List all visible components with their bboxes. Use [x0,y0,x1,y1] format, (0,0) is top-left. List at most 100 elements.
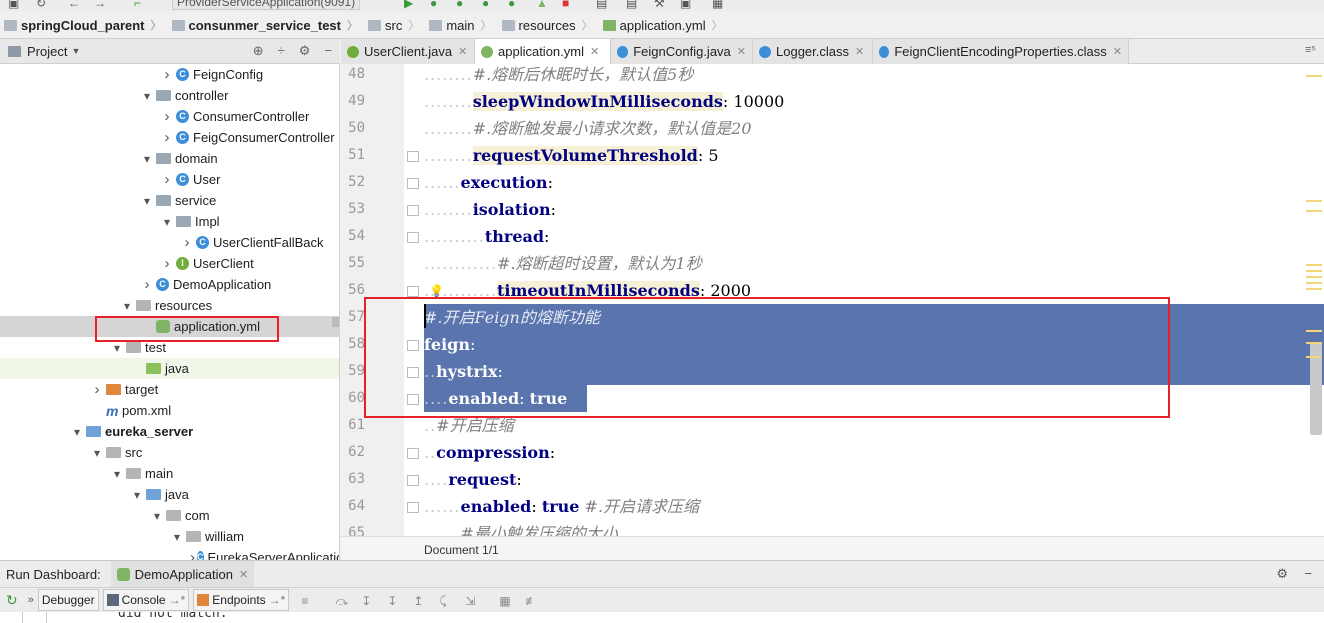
fold-marker-icon[interactable] [407,475,419,486]
hammer-icon[interactable]: ⌐ [134,0,141,10]
chevron-right-icon[interactable]: › [160,108,174,125]
debug-icon[interactable]: ● [430,0,437,10]
scroll-marker[interactable] [1306,264,1322,266]
fold-marker-icon[interactable] [407,205,419,216]
force-step-into-icon[interactable]: ↧ [387,594,401,608]
step-out-icon[interactable]: ↥ [413,594,427,608]
collapse-all-icon[interactable]: ÷ [278,43,285,59]
scroll-marker[interactable] [1306,342,1322,344]
fold-marker-icon[interactable] [407,151,419,162]
tab-editor[interactable]: Logger.class ✕ [753,39,873,64]
tree-node[interactable]: ▾ com [0,505,339,526]
tab-editor[interactable]: FeignConfig.java ✕ [611,39,753,64]
tree-node[interactable]: › C FeignConfig [0,64,339,85]
menu-icon[interactable]: ≡ [301,594,315,608]
chevron-right-icon[interactable]: › [160,129,174,146]
chevron-down-icon[interactable]: ▾ [140,89,154,103]
scroll-marker[interactable] [1306,210,1322,212]
build-icon[interactable]: ▣ [8,0,19,10]
tree-node[interactable]: › C FeigConsumerController [0,127,339,148]
breadcrumb-item[interactable]: springCloud_parent 〉 [0,12,168,39]
code-line[interactable]: ........isolation: [424,196,1324,223]
close-icon[interactable]: ✕ [239,568,248,581]
chevron-down-icon[interactable]: ▾ [110,467,124,481]
tab-overflow-icon[interactable]: ≡⁵ [1305,44,1316,56]
run-config-select[interactable]: ProviderServiceApplication(9091) [172,0,361,10]
tree-node[interactable]: › I UserClient [0,253,339,274]
chevron-right-icon[interactable]: › [140,276,154,293]
code-line[interactable]: ..........thread: [424,223,1324,250]
console-output[interactable]: did not match: [0,612,1324,623]
scroll-marker[interactable] [1306,330,1322,332]
close-icon[interactable]: ✕ [458,45,467,58]
chevron-down-icon[interactable]: ▾ [110,341,124,355]
minimize-icon[interactable]: − [324,43,332,59]
scroll-marker[interactable] [1306,288,1322,290]
code-line[interactable]: ......enabled: true #.开启请求压缩 [424,493,1324,520]
rerun-icon[interactable]: ↻ [6,592,18,609]
tree-node[interactable]: ▾ resources [0,295,339,316]
scroll-marker[interactable] [1306,276,1322,278]
fold-marker-icon[interactable] [407,286,419,297]
breadcrumb-item[interactable]: resources 〉 [498,12,599,39]
tree-node[interactable]: ▾ eureka_server [0,421,339,442]
tab-editor[interactable]: application.yml ✕ [475,39,611,64]
code-line[interactable]: ......#最小触发压缩的大小 [424,520,1324,536]
tree-node[interactable]: ▾ java [0,484,339,505]
run-icon[interactable]: ▶ [404,0,413,10]
code-line[interactable]: ........sleepWindowInMilliseconds: 10000 [424,88,1324,115]
code-line[interactable]: ....request: [424,466,1324,493]
fold-marker-icon[interactable] [407,178,419,189]
structure-icon[interactable]: ▤ [626,0,637,10]
step-into-icon[interactable]: ↧ [361,594,375,608]
layout-icon[interactable]: ▦ [712,0,723,10]
fold-marker-icon[interactable] [407,448,419,459]
gear-icon[interactable]: ⚙ [1276,566,1288,582]
tree-node[interactable]: m pom.xml [0,400,339,421]
fold-marker-icon[interactable] [407,232,419,243]
gear-icon[interactable]: ⚙ [299,43,311,59]
chevron-right-icon[interactable]: › [180,234,194,251]
chevron-right-icon[interactable]: › [190,549,195,560]
tab-debugger[interactable]: Debugger [37,589,99,611]
chevron-down-icon[interactable]: ▾ [90,446,104,460]
scroll-marker[interactable] [1306,356,1322,358]
tab-editor[interactable]: UserClient.java ✕ [341,39,475,64]
project-panel-title[interactable]: Project [27,44,67,59]
tree-node[interactable]: ▾ domain [0,148,339,169]
minimize-icon[interactable]: − [1304,566,1312,581]
back-icon[interactable]: ← [68,0,80,10]
settings-wrench-icon[interactable]: ⚒ [654,0,665,10]
chevron-down-icon[interactable]: ▾ [120,299,134,313]
tree-node[interactable]: ▾ src [0,442,339,463]
profile-icon[interactable]: ● [482,0,489,10]
breadcrumb-item[interactable]: main 〉 [425,12,497,39]
coverage-icon[interactable]: ● [456,0,463,10]
tree-node[interactable]: › C EurekaServerApplication [0,547,339,560]
tree-scrollbar[interactable] [332,317,339,327]
code-line[interactable]: ........#.熔断后休眠时长，默认值5秒 [424,64,1324,88]
breadcrumb-item[interactable]: src 〉 [364,12,425,39]
stop-icon[interactable]: ■ [562,0,569,10]
chevron-down-icon[interactable]: ▾ [170,530,184,544]
code-line[interactable]: ......execution: [424,169,1324,196]
close-icon[interactable]: ✕ [590,45,599,58]
close-icon[interactable]: ✕ [1113,45,1122,58]
tree-node[interactable]: › target [0,379,339,400]
chevron-down-icon[interactable]: ▾ [130,488,144,502]
lightbulb-icon[interactable]: 💡 [429,284,444,298]
expand-icon[interactable]: » [28,594,34,606]
step-over-icon[interactable]: ⤼ [335,594,349,608]
close-icon[interactable]: ✕ [737,45,746,58]
vcs-icon[interactable]: ▤ [596,0,607,10]
chevron-down-icon[interactable]: ▼ [71,46,80,56]
tab-console[interactable]: Console →* [102,589,190,611]
code-line[interactable]: ..compression: [424,439,1324,466]
forward-icon[interactable]: → [94,0,106,10]
tab-endpoints[interactable]: Endpoints →* [193,589,290,611]
scroll-marker[interactable] [1306,75,1322,77]
drop-frame-icon[interactable]: ⤹ [439,594,453,608]
chevron-down-icon[interactable]: ▾ [160,215,174,229]
fold-marker-icon[interactable] [407,502,419,513]
tree-node[interactable]: › C User [0,169,339,190]
